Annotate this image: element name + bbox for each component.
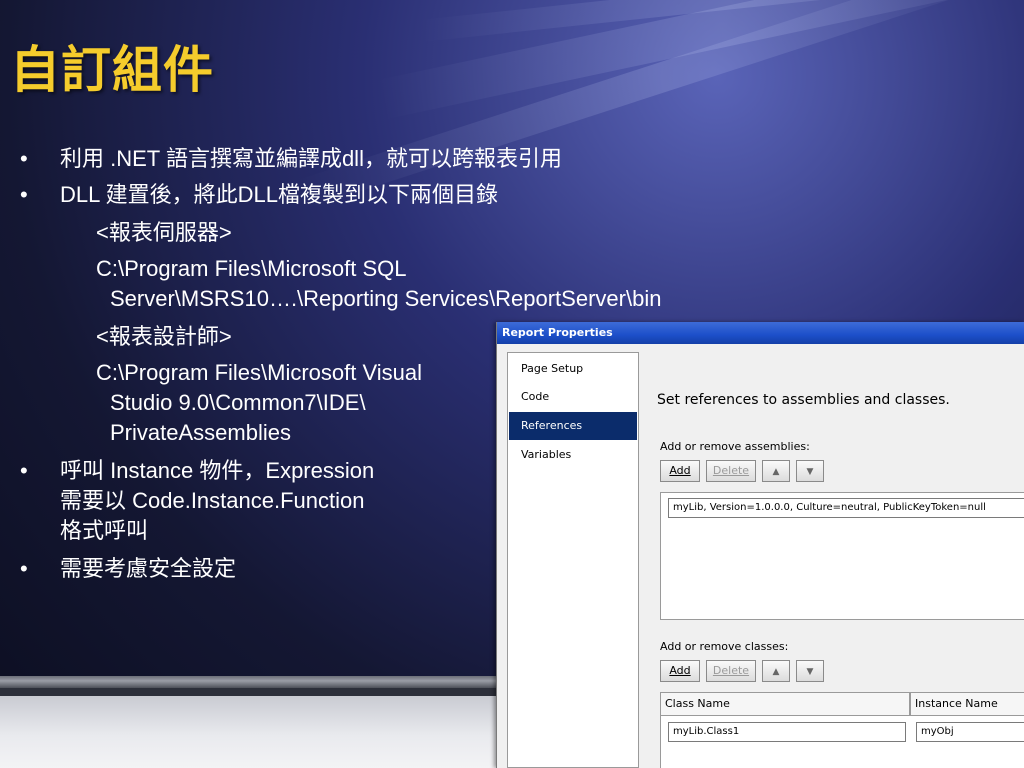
panel-heading: Set references to assemblies and classes… <box>657 392 950 408</box>
slide-title: 自訂組件 <box>10 41 214 99</box>
down-arrow-icon: ▼ <box>806 467 814 477</box>
nav-item-references[interactable]: References <box>509 412 637 440</box>
down-arrow-icon: ▼ <box>806 667 814 677</box>
bullet-text: 利用 .NET 語言撰寫並編譯成dll，就可以跨報表引用 <box>60 146 562 171</box>
move-up-class-button[interactable]: ▲ <box>762 660 790 682</box>
add-assembly-button[interactable]: Add <box>660 460 700 482</box>
assembly-entry-input[interactable]: myLib, Version=1.0.0.0, Culture=neutral,… <box>668 498 1024 518</box>
references-panel: Set references to assemblies and classes… <box>657 344 1024 768</box>
move-down-assembly-button[interactable]: ▼ <box>796 460 824 482</box>
bullet-marker: • <box>20 458 28 483</box>
bullet-text: 需要以 Code.Instance.Function <box>60 488 365 513</box>
sub-item-text: <報表伺服器> <box>96 220 232 245</box>
classes-grid: myLib.Class1 myObj <box>660 715 1024 768</box>
add-class-label: Add <box>669 664 691 677</box>
sub-item-text: C:\Program Files\Microsoft SQL <box>96 256 407 281</box>
sub-item-text: <報表設計師> <box>96 324 232 349</box>
dialog-title-bar[interactable]: Report Properties <box>497 322 1024 344</box>
assemblies-label: Add or remove assemblies: <box>660 440 810 453</box>
assemblies-list[interactable]: myLib, Version=1.0.0.0, Culture=neutral,… <box>660 492 1024 620</box>
bullet-text: 呼叫 Instance 物件，Expression <box>60 458 375 483</box>
bullet-marker: • <box>20 146 28 171</box>
bullet-text: 格式呼叫 <box>60 518 149 543</box>
sub-item-text: PrivateAssemblies <box>110 420 291 445</box>
up-arrow-icon: ▲ <box>772 667 780 677</box>
column-header-instance-name[interactable]: Instance Name <box>910 692 1024 716</box>
delete-class-button[interactable]: Delete <box>706 660 756 682</box>
properties-nav: Page Setup Code References Variables <box>507 352 639 768</box>
column-header-class-name[interactable]: Class Name <box>660 692 910 716</box>
nav-item-variables[interactable]: Variables <box>509 441 637 469</box>
nav-item-code[interactable]: Code <box>509 383 637 411</box>
delete-assembly-label: Delete <box>712 464 750 477</box>
move-down-class-button[interactable]: ▼ <box>796 660 824 682</box>
bullet-text: 需要考慮安全設定 <box>60 556 237 581</box>
add-assembly-label: Add <box>669 464 691 477</box>
up-arrow-icon: ▲ <box>772 467 780 477</box>
class-name-input[interactable]: myLib.Class1 <box>668 722 906 742</box>
delete-class-label: Delete <box>712 664 750 677</box>
add-class-button[interactable]: Add <box>660 660 700 682</box>
delete-assembly-button[interactable]: Delete <box>706 460 756 482</box>
bullet-marker: • <box>20 182 28 207</box>
sub-item-text: C:\Program Files\Microsoft Visual <box>96 360 423 385</box>
bullet-text: DLL 建置後，將此DLL檔複製到以下兩個目錄 <box>60 182 499 207</box>
instance-name-input[interactable]: myObj <box>916 722 1024 742</box>
sub-item-text: Studio 9.0\Common7\IDE\ <box>110 390 366 415</box>
report-properties-dialog: Report Properties Page Setup Code Refere… <box>496 322 1024 768</box>
sub-item-text: Server\MSRS10….\Reporting Services\Repor… <box>110 286 662 311</box>
classes-label: Add or remove classes: <box>660 640 789 653</box>
nav-item-page-setup[interactable]: Page Setup <box>509 355 637 383</box>
move-up-assembly-button[interactable]: ▲ <box>762 460 790 482</box>
dialog-body: Page Setup Code References Variables Set… <box>497 344 1024 768</box>
bullet-marker: • <box>20 556 28 581</box>
